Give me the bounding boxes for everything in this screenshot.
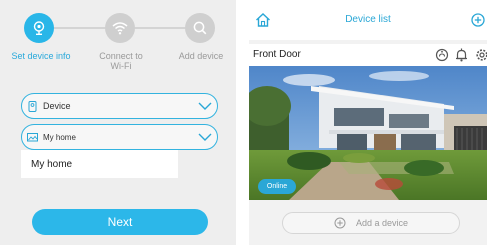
home-select-value: My home: [43, 132, 76, 142]
step-label: Connect to Wi-Fi: [99, 51, 143, 71]
plus-circle-icon: [471, 13, 485, 27]
gear-icon: [475, 48, 487, 61]
home-select[interactable]: My home: [21, 124, 218, 150]
next-button[interactable]: Next: [32, 209, 208, 235]
device-card-header: Front Door: [249, 44, 487, 66]
step-connector: [135, 27, 185, 29]
step-connector: [54, 27, 105, 29]
step-add-device: [185, 13, 215, 43]
step-label: Add device: [178, 51, 224, 61]
dropdown-option-my-home[interactable]: My home: [21, 150, 178, 178]
step-connect-wifi: [105, 13, 135, 43]
add-device-plus-button[interactable]: [470, 12, 486, 28]
settings-button[interactable]: [474, 47, 487, 62]
home-icon: [27, 132, 38, 143]
device-select[interactable]: Device: [21, 93, 218, 119]
camera-pin-icon: [33, 21, 45, 36]
status-badge: Online: [258, 179, 296, 194]
device-name: Front Door: [253, 49, 301, 60]
step-set-device-info: [24, 13, 54, 43]
add-device-button[interactable]: Add a device: [282, 212, 460, 234]
step-label: Set device info: [11, 51, 71, 61]
device-list-panel: Device list Front Door Online Add a devi…: [249, 0, 487, 245]
cloud-button[interactable]: [434, 47, 449, 62]
device-icon: [27, 100, 38, 112]
wifi-icon: [112, 22, 128, 35]
alarm-button[interactable]: [454, 47, 469, 62]
setup-panel: Set device info Connect to Wi-Fi Add dev…: [0, 0, 236, 245]
chevron-down-icon: [198, 133, 212, 141]
top-bar: Device list: [249, 0, 487, 40]
camera-preview[interactable]: Online: [249, 66, 487, 200]
page-title: Device list: [345, 14, 391, 25]
device-select-value: Device: [43, 101, 71, 111]
cloud-replay-icon: [435, 48, 448, 61]
plus-circle-icon: [334, 217, 346, 229]
bell-icon: [456, 48, 467, 61]
chevron-down-icon: [198, 102, 212, 110]
search-icon: [193, 21, 207, 35]
add-device-label: Add a device: [355, 218, 409, 228]
